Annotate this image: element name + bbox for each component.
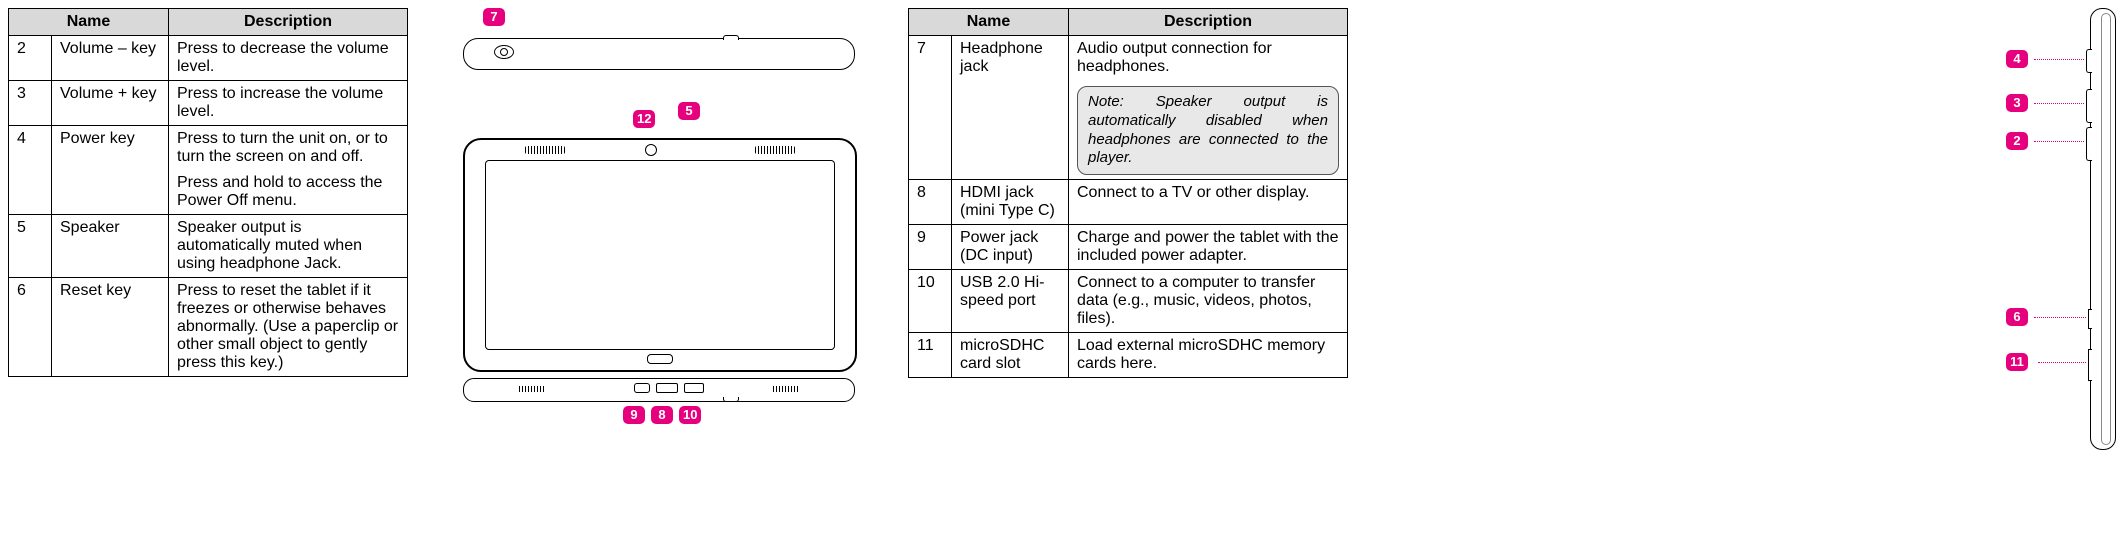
row-number: 7 [909, 36, 952, 180]
table-row: 10 USB 2.0 Hi-speed port Connect to a co… [909, 270, 1348, 333]
row-desc: Press to decrease the volume level. [169, 36, 408, 81]
table-row: 9 Power jack (DC input) Charge and power… [909, 225, 1348, 270]
row-desc-text: Audio output connection for headphones. [1077, 40, 1339, 76]
callout-11: 11 [2006, 353, 2028, 371]
row-name: Power key [52, 126, 169, 215]
table-row: 6 Reset key Press to reset the tablet if… [9, 278, 408, 377]
speaker-grille-right-icon [755, 146, 795, 154]
row-number: 6 [9, 278, 52, 377]
row-number: 2 [9, 36, 52, 81]
microsd-slot-icon [2088, 349, 2092, 381]
col-header-desc: Description [169, 9, 408, 36]
reset-key-icon [2088, 309, 2092, 329]
row-desc: Connect to a computer to transfer data (… [1069, 270, 1348, 333]
row-desc: Audio output connection for headphones. … [1069, 36, 1348, 180]
tablet-side-body [2090, 8, 2116, 450]
parts-table-left: Name Description 2 Volume – key Press to… [8, 8, 408, 377]
screen-outline [485, 160, 835, 350]
speaker-grille-left-icon [525, 146, 565, 154]
row-name: Power jack (DC input) [952, 225, 1069, 270]
col-header-name: Name [9, 9, 169, 36]
row-name: Headphone jack [952, 36, 1069, 180]
leader-line [2034, 59, 2084, 60]
callout-9: 9 [623, 406, 645, 424]
row-name: HDMI jack (mini Type C) [952, 180, 1069, 225]
power-key-icon [2086, 49, 2092, 73]
usb-port-icon [684, 383, 704, 393]
top-bump-icon [723, 35, 739, 40]
row-desc: Connect to a TV or other display. [1069, 180, 1348, 225]
row-desc: Press to reset the tablet if it freezes … [169, 278, 408, 377]
row-number: 10 [909, 270, 952, 333]
home-button-icon [647, 354, 673, 364]
callout-3: 3 [2006, 94, 2028, 112]
tablet-front-view [463, 138, 857, 372]
table-row: 5 Speaker Speaker output is automaticall… [9, 215, 408, 278]
leader-line [2038, 362, 2086, 363]
row-desc-p1: Press to turn the unit on, or to turn th… [177, 130, 399, 166]
leader-line [2034, 103, 2084, 104]
table-row: 11 microSDHC card slot Load external mic… [909, 333, 1348, 378]
leader-line [2034, 141, 2084, 142]
bottom-bump-icon [723, 397, 739, 402]
bottom-grille-icon [519, 386, 545, 392]
col-header-name: Name [909, 9, 1069, 36]
row-desc: Speaker output is automatically muted wh… [169, 215, 408, 278]
row-name: Reset key [52, 278, 169, 377]
callout-4: 4 [2006, 50, 2028, 68]
table-row: 2 Volume – key Press to decrease the vol… [9, 36, 408, 81]
headphone-port-icon [494, 45, 514, 59]
row-name: Volume + key [52, 81, 169, 126]
row-desc: Press to increase the volume level. [169, 81, 408, 126]
table-row: 7 Headphone jack Audio output connection… [909, 36, 1348, 180]
bottom-grille-icon [773, 386, 799, 392]
left-table-column: Name Description 2 Volume – key Press to… [8, 8, 408, 377]
front-camera-icon [645, 144, 657, 156]
row-number: 5 [9, 215, 52, 278]
callout-7: 7 [483, 8, 505, 26]
callout-2: 2 [2006, 132, 2028, 150]
row-name: Speaker [52, 215, 169, 278]
row-number: 4 [9, 126, 52, 215]
table-row: 4 Power key Press to turn the unit on, o… [9, 126, 408, 215]
right-table-column: Name Description 7 Headphone jack Audio … [908, 8, 1348, 378]
row-desc: Load external microSDHC memory cards her… [1069, 333, 1348, 378]
row-name: Volume – key [52, 36, 169, 81]
row-number: 9 [909, 225, 952, 270]
row-number: 8 [909, 180, 952, 225]
power-port-icon [634, 383, 650, 393]
leader-line [2034, 317, 2086, 318]
callout-12: 12 [633, 110, 655, 128]
callout-8: 8 [651, 406, 673, 424]
col-header-desc: Description [1069, 9, 1348, 36]
note-box: Note: Speaker output is automatically di… [1077, 86, 1339, 175]
hdmi-port-icon [656, 383, 678, 393]
tablet-diagram: 7 12 5 9 8 10 [448, 8, 868, 428]
row-desc-p2: Press and hold to access the Power Off m… [177, 174, 399, 210]
row-number: 11 [909, 333, 952, 378]
table-row: 3 Volume + key Press to increase the vol… [9, 81, 408, 126]
table-row: 8 HDMI jack (mini Type C) Connect to a T… [909, 180, 1348, 225]
volume-plus-key-icon [2086, 89, 2092, 123]
volume-minus-key-icon [2086, 127, 2092, 161]
tablet-top-view [463, 38, 855, 70]
row-number: 3 [9, 81, 52, 126]
parts-table-right: Name Description 7 Headphone jack Audio … [908, 8, 1348, 378]
row-name: USB 2.0 Hi-speed port [952, 270, 1069, 333]
callout-10: 10 [679, 406, 701, 424]
row-name: microSDHC card slot [952, 333, 1069, 378]
row-desc: Press to turn the unit on, or to turn th… [169, 126, 408, 215]
row-desc: Charge and power the tablet with the inc… [1069, 225, 1348, 270]
callout-6: 6 [2006, 308, 2028, 326]
tablet-bottom-view [463, 378, 855, 402]
tablet-side-diagram: 4 3 2 6 11 [2006, 8, 2116, 448]
side-inner-line [2101, 13, 2111, 445]
callout-5: 5 [678, 102, 700, 120]
